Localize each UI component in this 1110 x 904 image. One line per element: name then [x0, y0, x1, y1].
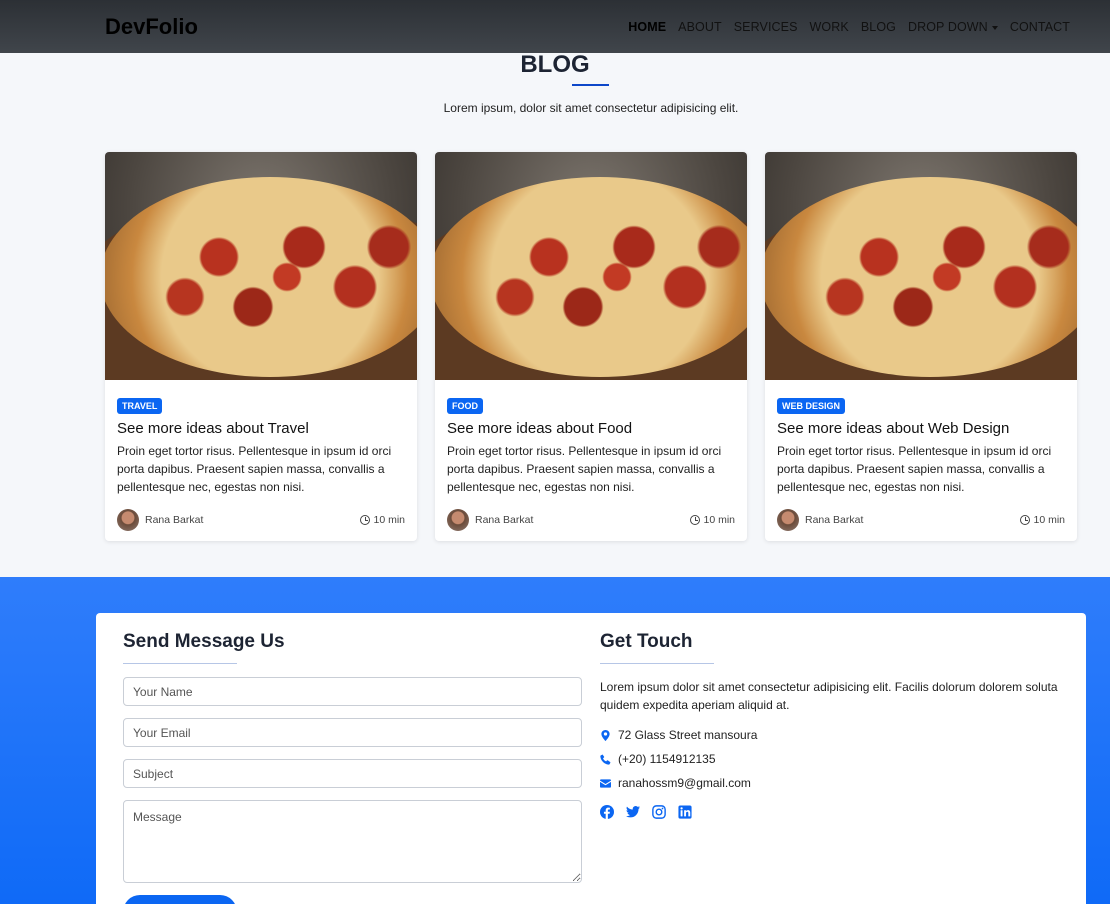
- author-name: Rana Barkat: [805, 514, 864, 526]
- subject-input[interactable]: [123, 759, 582, 788]
- category-badge[interactable]: TRAVEL: [117, 398, 163, 414]
- blog-card-title[interactable]: See more ideas about Food: [447, 420, 735, 437]
- phone-info: (+20) 1154912135: [600, 752, 716, 766]
- send-message-title: Send Message Us: [123, 631, 285, 652]
- blog-card-image[interactable]: [105, 152, 417, 380]
- clock-icon: [690, 515, 701, 525]
- read-time-label: 10 min: [1033, 514, 1065, 526]
- nav-work[interactable]: WORK: [810, 20, 849, 34]
- pizza-image: [765, 177, 1077, 377]
- blog-card-text: Proin eget tortor risus. Pellentesque in…: [117, 444, 392, 494]
- read-time: 10 min: [690, 514, 735, 526]
- linkedin-icon[interactable]: [678, 805, 692, 819]
- phone-text: (+20) 1154912135: [618, 752, 716, 766]
- get-touch-underline: [600, 663, 714, 664]
- nav-contact[interactable]: CONTACT: [1010, 20, 1070, 34]
- nav-about[interactable]: ABOUT: [678, 20, 722, 34]
- name-input[interactable]: [123, 677, 582, 706]
- author-name: Rana Barkat: [475, 514, 534, 526]
- nav-dropdown-label: DROP DOWN: [907, 20, 988, 34]
- caret-down-icon: [991, 25, 998, 30]
- blog-card: FOOD See more ideas about Food Proin ege…: [435, 152, 747, 541]
- email-input[interactable]: [123, 718, 582, 747]
- blog-cards: TRAVEL See more ideas about Travel Proin…: [105, 152, 1077, 541]
- navbar: DevFolio HOME ABOUT SERVICES WORK BLOG D…: [0, 0, 1110, 53]
- author[interactable]: Rana Barkat: [447, 509, 533, 531]
- brand-logo[interactable]: DevFolio: [105, 14, 198, 40]
- pizza-image: [435, 177, 747, 377]
- instagram-icon[interactable]: [652, 805, 666, 819]
- clock-icon: [1020, 515, 1031, 525]
- blog-card-footer: Rana Barkat 10 min: [777, 509, 1065, 531]
- address-info: 72 Glass Street mansoura: [600, 728, 757, 742]
- get-touch-text: Lorem ipsum dolor sit amet consectetur a…: [600, 680, 1058, 712]
- category-badge[interactable]: FOOD: [447, 398, 483, 414]
- blog-card-title[interactable]: See more ideas about Web Design: [777, 420, 1065, 437]
- nav-home[interactable]: HOME: [628, 20, 666, 34]
- author[interactable]: Rana Barkat: [117, 509, 203, 531]
- nav-menu: HOME ABOUT SERVICES WORK BLOG DROP DOWN …: [628, 20, 1070, 34]
- blog-title: BLOG: [520, 51, 590, 78]
- nav-services[interactable]: SERVICES: [734, 20, 798, 34]
- envelope-icon: [600, 778, 611, 788]
- blog-subtitle: Lorem ipsum, dolor sit amet consectetur …: [443, 101, 739, 115]
- avatar: [777, 509, 799, 531]
- address-text: 72 Glass Street mansoura: [618, 728, 758, 742]
- get-touch-title: Get Touch: [600, 631, 693, 652]
- nav-dropdown[interactable]: DROP DOWN: [908, 20, 998, 34]
- blog-card: WEB DESIGN See more ideas about Web Desi…: [765, 152, 1077, 541]
- email-info: ranahossm9@gmail.com: [600, 776, 751, 790]
- blog-title-underline: [572, 84, 609, 86]
- read-time-label: 10 min: [373, 514, 405, 526]
- map-marker-icon: [601, 729, 610, 741]
- blog-card-footer: Rana Barkat 10 min: [117, 509, 405, 531]
- message-textarea[interactable]: [123, 800, 582, 883]
- facebook-icon[interactable]: [600, 805, 614, 819]
- read-time-label: 10 min: [703, 514, 735, 526]
- blog-card-title[interactable]: See more ideas about Travel: [117, 420, 405, 437]
- twitter-icon[interactable]: [626, 805, 640, 819]
- phone-icon: [600, 753, 611, 765]
- avatar: [447, 509, 469, 531]
- send-message-underline: [123, 663, 237, 664]
- avatar: [117, 509, 139, 531]
- author-name: Rana Barkat: [145, 514, 204, 526]
- category-badge[interactable]: WEB DESIGN: [777, 398, 846, 414]
- contact-card: Send Message Us Get Touch Lorem ipsum do…: [96, 613, 1086, 904]
- blog-card: TRAVEL See more ideas about Travel Proin…: [105, 152, 417, 541]
- clock-icon: [360, 515, 371, 525]
- blog-card-text: Proin eget tortor risus. Pellentesque in…: [447, 444, 722, 494]
- author[interactable]: Rana Barkat: [777, 509, 863, 531]
- pizza-image: [105, 177, 417, 377]
- email-text: ranahossm9@gmail.com: [618, 776, 751, 790]
- blog-card-footer: Rana Barkat 10 min: [447, 509, 735, 531]
- blog-card-image[interactable]: [765, 152, 1077, 380]
- read-time: 10 min: [1020, 514, 1065, 526]
- read-time: 10 min: [360, 514, 405, 526]
- blog-card-image[interactable]: [435, 152, 747, 380]
- send-message-button[interactable]: [123, 895, 237, 904]
- social-links: [600, 805, 692, 819]
- nav-blog[interactable]: BLOG: [861, 20, 896, 34]
- blog-card-text: Proin eget tortor risus. Pellentesque in…: [777, 444, 1052, 494]
